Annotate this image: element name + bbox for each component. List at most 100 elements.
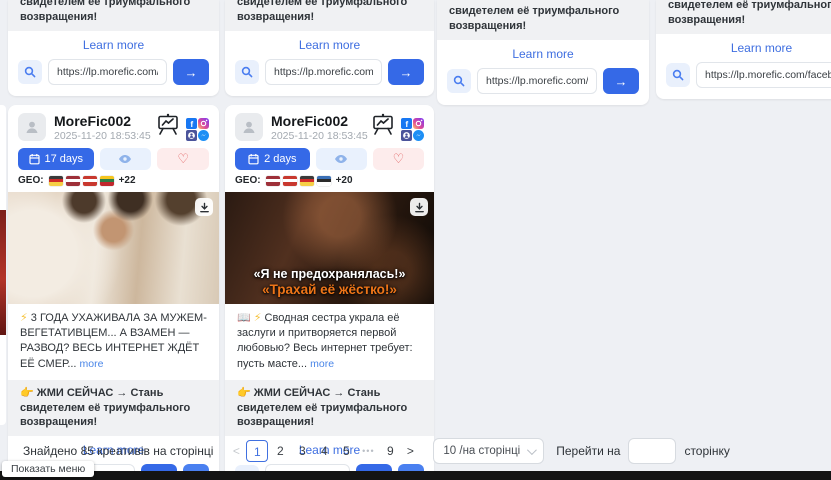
messenger-icon xyxy=(198,128,209,139)
download-image-button[interactable] xyxy=(410,198,428,216)
taskbar xyxy=(0,471,831,480)
download-image-button[interactable] xyxy=(195,198,213,216)
open-url-button[interactable]: → xyxy=(603,68,639,94)
avatar xyxy=(18,113,46,141)
profile-name: MoreFic002 xyxy=(54,113,156,129)
views-button[interactable] xyxy=(100,148,152,170)
facebook-icon: f xyxy=(186,116,197,127)
days-active-button[interactable]: 2 days xyxy=(235,148,310,170)
image-overlay-text: «Я не предохранялась!» «Трахай её жёстко… xyxy=(225,267,434,300)
calendar-icon xyxy=(248,153,259,165)
flag-ee-icon xyxy=(317,176,331,186)
learn-more-link[interactable]: Learn more xyxy=(225,31,434,57)
creative-image[interactable]: «Я не предохранялась!» «Трахай её жёстко… xyxy=(225,192,434,304)
pages-ellipsis[interactable]: ••• xyxy=(357,446,379,456)
flag-lv-icon xyxy=(266,176,280,186)
flag-at-icon xyxy=(83,176,97,186)
geo-more-count[interactable]: +22 xyxy=(119,175,136,186)
tracking-url-input[interactable] xyxy=(48,59,167,85)
next-page-button[interactable]: > xyxy=(401,444,419,458)
cta-text: 👉 ЖМИ СЕЙЧАС → Стань свидетелем её триум… xyxy=(8,0,219,31)
card-header: MoreFic002 2025-11-20 18:53:45 f xyxy=(225,105,434,146)
more-link[interactable]: more xyxy=(80,358,104,370)
avatar xyxy=(235,113,263,141)
geo-label: GEO: xyxy=(18,175,44,186)
search-icon[interactable] xyxy=(18,60,42,84)
goto-page-input[interactable] xyxy=(628,438,676,464)
geo-label: GEO: xyxy=(235,175,261,186)
geo-more-count[interactable]: +20 xyxy=(336,175,353,186)
tracking-url-input[interactable] xyxy=(696,62,831,88)
results-count: Знайдено 85 креативів на сторінці xyxy=(23,444,213,458)
audience-network-icon xyxy=(401,128,412,139)
per-page-select[interactable]: 10 /на сторінці xyxy=(433,438,544,464)
page-button-last[interactable]: 9 xyxy=(380,440,400,462)
url-row: → xyxy=(437,66,649,105)
chevron-down-icon xyxy=(527,445,537,455)
ad-card-partial-3: ИНТЕРНЕТ ЖДЁТ ЕЁ СМЕР... more 👉 ЖМИ СЕЙЧ… xyxy=(437,0,649,105)
cta-text: 👉 ЖМИ СЕЙЧАС → Стань свидетелем её триум… xyxy=(8,380,219,437)
geo-flags xyxy=(49,176,114,186)
lightning-icon: ⚡ xyxy=(20,312,28,324)
flag-lv-icon xyxy=(66,176,80,186)
arrow-right-icon: → xyxy=(185,65,198,80)
favorite-button[interactable]: ♡ xyxy=(373,148,424,170)
flag-de-icon xyxy=(300,176,314,186)
instagram-icon xyxy=(413,116,424,127)
ad-card-2: MoreFic002 2025-11-20 18:53:45 f 2 days … xyxy=(225,105,434,480)
creative-image[interactable] xyxy=(8,192,219,304)
partial-creative-image xyxy=(0,210,6,335)
url-row xyxy=(656,60,831,99)
page-button-2[interactable]: 2 xyxy=(270,440,290,462)
pointing-hand-icon: 👉 xyxy=(449,0,463,2)
flag-at-icon xyxy=(283,176,297,186)
ad-card-1: MoreFic002 2025-11-20 18:53:45 f 17 days… xyxy=(8,105,219,480)
tracking-url-input[interactable] xyxy=(265,59,382,85)
learn-more-link[interactable]: Learn more xyxy=(8,31,219,57)
goto-page-suffix: сторінку xyxy=(684,444,729,458)
favorite-button[interactable]: ♡ xyxy=(157,148,209,170)
flag-lt-icon xyxy=(100,176,114,186)
url-row: → xyxy=(8,57,219,96)
ad-card-partial-4: 👉 ЖМИ СЕЙЧАС → Стань свидетелем её триум… xyxy=(656,0,831,99)
page-button-3[interactable]: 3 xyxy=(292,440,312,462)
heart-icon: ♡ xyxy=(177,151,189,167)
cta-text: 👉 ЖМИ СЕЙЧАС → Стань свидетелем её триум… xyxy=(225,0,434,31)
geo-row: GEO: +20 xyxy=(225,170,434,190)
learn-more-link[interactable]: Learn more xyxy=(437,40,649,66)
eye-icon xyxy=(118,154,132,164)
flag-de-icon xyxy=(49,176,63,186)
search-icon[interactable] xyxy=(447,69,471,93)
chart-board-icon xyxy=(156,113,180,141)
views-button[interactable] xyxy=(316,148,367,170)
profile-name: MoreFic002 xyxy=(271,113,371,129)
days-active-button[interactable]: 17 days xyxy=(18,148,94,170)
learn-more-link[interactable]: Learn more xyxy=(656,34,831,60)
arrow-right-icon: → xyxy=(615,74,628,89)
audience-network-icon xyxy=(186,128,197,139)
tracking-url-input[interactable] xyxy=(477,68,597,94)
ad-description: ⚡ 3 ГОДА УХАЖИВАЛА ЗА МУЖЕМ-ВЕГЕТАТИВЦЕМ… xyxy=(8,304,219,374)
page-button-1[interactable]: 1 xyxy=(246,440,268,462)
page-button-4[interactable]: 4 xyxy=(314,440,334,462)
chart-board-icon xyxy=(371,113,395,141)
open-url-button[interactable]: → xyxy=(173,59,209,85)
ads-library-page: 👉 ЖМИ СЕЙЧАС → Стань свидетелем её триум… xyxy=(0,0,831,480)
pointing-hand-icon: 👉 xyxy=(237,387,251,399)
ad-description: 📖 ⚡ Сводная сестра украла её заслуги и п… xyxy=(225,304,434,374)
search-icon[interactable] xyxy=(666,63,690,87)
show-menu-button[interactable]: Показать меню xyxy=(2,461,94,477)
book-lightning-icon: 📖 ⚡ xyxy=(237,312,261,324)
goto-page-label: Перейти на xyxy=(556,444,620,458)
ad-card-partial-1: 👉 ЖМИ СЕЙЧАС → Стань свидетелем её триум… xyxy=(8,0,219,96)
geo-flags xyxy=(266,176,331,186)
search-icon[interactable] xyxy=(235,60,259,84)
ad-card-partial-2: 👉 ЖМИ СЕЙЧАС → Стань свидетелем её триум… xyxy=(225,0,434,96)
calendar-icon xyxy=(29,153,40,165)
more-link[interactable]: more xyxy=(310,358,334,370)
cta-text: 👉 ЖМИ СЕЙЧАС → Стань свидетелем её триум… xyxy=(225,380,434,437)
open-url-button[interactable]: → xyxy=(388,59,424,85)
prev-page-button[interactable]: < xyxy=(227,444,245,458)
page-button-5[interactable]: 5 xyxy=(336,440,356,462)
eye-icon xyxy=(334,154,348,164)
